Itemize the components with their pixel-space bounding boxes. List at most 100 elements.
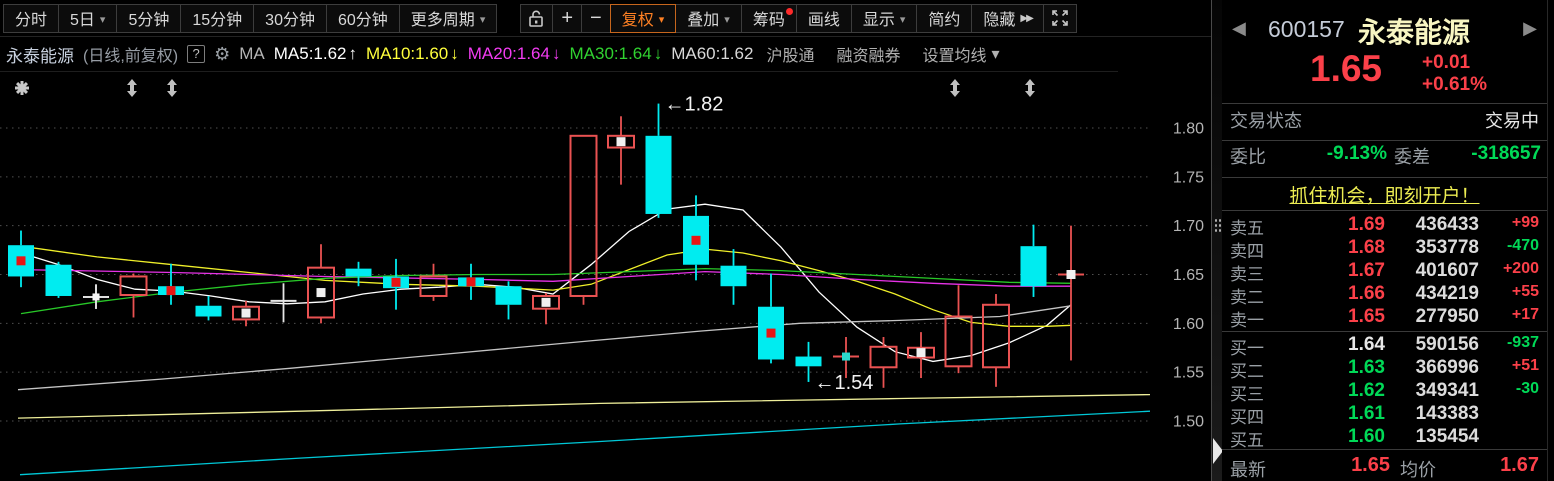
ask-price: 1.65 xyxy=(1348,306,1385,328)
lock-button[interactable] xyxy=(520,4,553,33)
ma-settings-button[interactable]: 设置均线▾ xyxy=(922,42,999,66)
price-annotation: ←1.54 xyxy=(815,372,874,394)
bid-row-3[interactable]: 买三1.62349341-30 xyxy=(1222,380,1547,403)
candle[interactable] xyxy=(983,305,1009,368)
sell-marker-icon xyxy=(317,288,326,297)
right-scroll-gutter[interactable] xyxy=(1547,0,1554,481)
bid-row-1[interactable]: 买一1.64590156-937 xyxy=(1222,334,1547,357)
sell-marker-icon xyxy=(1067,270,1076,279)
ask-level: 卖二 xyxy=(1230,283,1264,308)
panel-divider[interactable] xyxy=(1211,0,1222,481)
ma20-legend[interactable]: MA20:1.64↓ xyxy=(468,44,561,64)
prev-stock-arrow[interactable]: ◀ xyxy=(1232,18,1246,39)
hugutong-link[interactable]: 沪股通 xyxy=(766,42,814,66)
drag-handle-icon[interactable] xyxy=(1214,218,1222,234)
chevron-down-icon: ▾ xyxy=(724,13,730,26)
ask-level: 卖三 xyxy=(1230,260,1264,285)
bid-row-2[interactable]: 买二1.63366996+51 xyxy=(1222,357,1547,380)
ask-row-2[interactable]: 卖二1.66434219+55 xyxy=(1222,283,1547,306)
zoom-in-button[interactable]: + xyxy=(552,4,582,33)
candle[interactable] xyxy=(1021,246,1047,286)
buy-marker-icon xyxy=(467,277,476,286)
candle[interactable] xyxy=(796,357,822,367)
event-updown-icon[interactable] xyxy=(950,79,960,97)
ask-level: 卖四 xyxy=(1230,237,1264,262)
candle[interactable] xyxy=(46,265,72,296)
margin-trading-link[interactable]: 融资融券 xyxy=(836,42,900,66)
latest-label: 最新 xyxy=(1230,456,1266,481)
ma30-legend[interactable]: MA30:1.64↓ xyxy=(569,44,662,64)
help-icon[interactable]: ? xyxy=(187,45,205,63)
gear-icon[interactable]: ⚙ xyxy=(214,44,230,65)
bid-volume: 590156 xyxy=(1416,334,1479,356)
tab-60min[interactable]: 60分钟 xyxy=(326,4,400,33)
buy-marker-icon xyxy=(17,256,26,265)
event-star-icon[interactable] xyxy=(15,81,29,95)
promo-row: 抓住机会，即刻开户！ xyxy=(1222,181,1547,211)
bid-delta: +51 xyxy=(1512,357,1539,375)
ask-volume: 434219 xyxy=(1416,283,1479,305)
ask-row-3[interactable]: 卖三1.67401607+200 xyxy=(1222,260,1547,283)
divider-line xyxy=(1222,210,1547,211)
ask-row-4[interactable]: 卖四1.68353778-470 xyxy=(1222,237,1547,260)
tab-timeline[interactable]: 分时 xyxy=(3,4,59,33)
ma60-legend[interactable]: MA60:1.62 xyxy=(671,44,753,64)
candle[interactable] xyxy=(496,286,522,305)
event-updown-icon[interactable] xyxy=(127,79,137,97)
bid-price: 1.63 xyxy=(1348,357,1385,379)
bid-row-5[interactable]: 买五1.60135454 xyxy=(1222,426,1547,449)
bid-level: 买五 xyxy=(1230,426,1264,451)
candle[interactable] xyxy=(646,136,672,214)
bid-price: 1.61 xyxy=(1348,403,1385,425)
candle[interactable] xyxy=(121,276,147,295)
candle[interactable] xyxy=(196,306,222,317)
event-updown-icon[interactable] xyxy=(167,79,177,97)
tab-more-periods[interactable]: 更多周期▾ xyxy=(399,4,498,33)
latest-value: 1.65 xyxy=(1351,454,1390,477)
event-updown-icon[interactable] xyxy=(1025,79,1035,97)
overlay-button[interactable]: 叠加▾ xyxy=(675,4,742,33)
draw-line-button[interactable]: 画线 xyxy=(796,4,852,33)
next-stock-arrow[interactable]: ▶ xyxy=(1523,18,1537,39)
tab-5min[interactable]: 5分钟 xyxy=(116,4,181,33)
zoom-out-button[interactable]: − xyxy=(581,4,611,33)
tab-30min[interactable]: 30分钟 xyxy=(253,4,327,33)
ask-delta: +55 xyxy=(1512,283,1539,301)
ask-volume: 277950 xyxy=(1416,306,1479,328)
ask-price: 1.67 xyxy=(1348,260,1385,282)
y-axis-label: 1.60 xyxy=(1173,316,1204,333)
simple-mode-button[interactable]: 简约 xyxy=(916,4,972,33)
candlestick-chart[interactable]: 1.801.751.701.651.601.551.50←1.82←1.54 xyxy=(0,72,1211,481)
open-account-link[interactable]: 抓住机会，即刻开户！ xyxy=(1289,186,1479,207)
avg-label: 均价 xyxy=(1400,456,1436,481)
ma10-legend[interactable]: MA10:1.60↓ xyxy=(366,44,459,64)
weicha-label: 委差 xyxy=(1394,143,1430,169)
chevron-down-icon: ▾ xyxy=(100,13,106,26)
stock-trading-app: 分时 5日▾ 5分钟 15分钟 30分钟 60分钟 更多周期▾ + − 复权▾ … xyxy=(0,0,1554,481)
ma5-legend[interactable]: MA5:1.62↑ xyxy=(274,44,357,64)
ask-delta: +17 xyxy=(1512,306,1539,324)
chips-button[interactable]: 筹码 xyxy=(741,4,797,33)
divider-line xyxy=(1222,177,1547,178)
candle[interactable] xyxy=(571,136,597,296)
adjust-price-button[interactable]: 复权▾ xyxy=(610,4,677,33)
hide-button[interactable]: 隐藏▶▶ xyxy=(971,4,1043,33)
panel-header: ◀ 600157 永泰能源 ▶ xyxy=(1222,6,1547,50)
tab-15min[interactable]: 15分钟 xyxy=(180,4,254,33)
ask-row-5[interactable]: 卖五1.69436433+99 xyxy=(1222,214,1547,237)
weibi-label: 委比 xyxy=(1230,143,1266,169)
bid-row-4[interactable]: 买四1.61143383 xyxy=(1222,403,1547,426)
candle[interactable] xyxy=(346,269,372,277)
bid-delta: -937 xyxy=(1507,334,1539,352)
fullscreen-button[interactable] xyxy=(1043,4,1077,33)
divider-line xyxy=(1222,103,1547,104)
tab-5day[interactable]: 5日▾ xyxy=(58,4,117,33)
display-button[interactable]: 显示▾ xyxy=(851,4,918,33)
candle[interactable] xyxy=(721,266,747,287)
ask-volume: 353778 xyxy=(1416,237,1479,259)
chevron-down-icon: ▾ xyxy=(992,44,1000,64)
bid-price: 1.62 xyxy=(1348,380,1385,402)
chart-canvas[interactable]: 1.801.751.701.651.601.551.50←1.82←1.54 xyxy=(0,72,1211,481)
divider-line xyxy=(1222,449,1547,450)
ask-row-1[interactable]: 卖一1.65277950+17 xyxy=(1222,306,1547,329)
